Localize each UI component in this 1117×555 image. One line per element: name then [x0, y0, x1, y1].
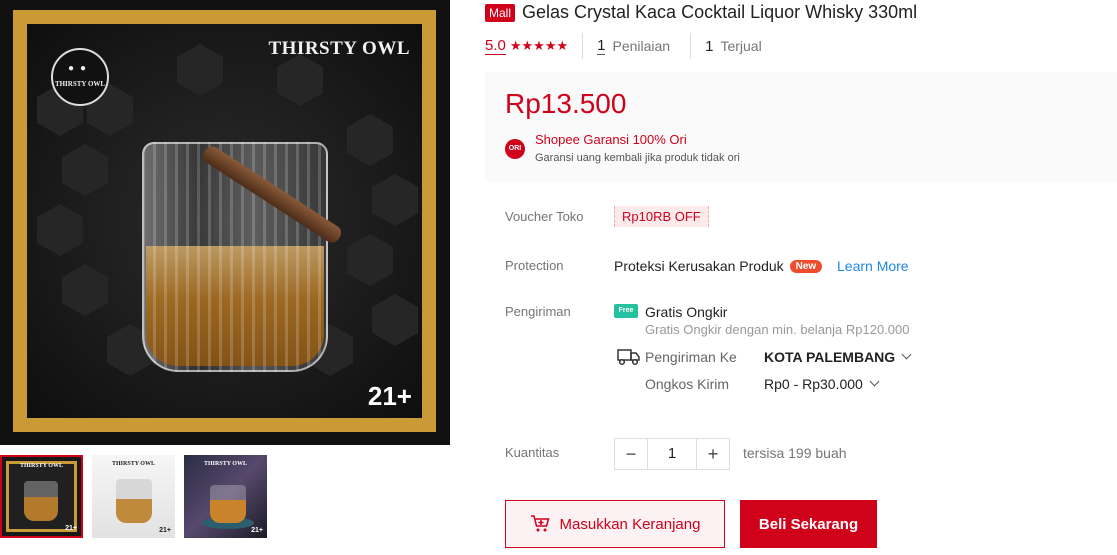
hexagon-pattern	[372, 294, 418, 346]
guarantee-title[interactable]: Shopee Garansi 100% Ori	[535, 132, 687, 147]
voucher-chip[interactable]: Rp10RB OFF	[614, 206, 709, 227]
reviews-count[interactable]: 1	[597, 37, 606, 55]
ori-guarantee-icon: ORI	[505, 139, 525, 159]
free-shipping-title: Gratis Ongkir	[645, 304, 728, 320]
rating-value[interactable]: 5.0	[485, 37, 506, 55]
voucher-label: Voucher Toko	[505, 209, 584, 224]
quantity-input[interactable]: 1	[647, 439, 697, 469]
product-title-row: Mall Gelas Crystal Kaca Cocktail Liquor …	[485, 2, 917, 23]
ship-to-value: KOTA PALEMBANG	[764, 349, 896, 365]
product-price: Rp13.500	[505, 88, 627, 119]
hexagon-pattern	[347, 114, 393, 166]
thumbnail-age: 21+	[159, 527, 171, 534]
owl-logo-text: THIRSTY OWL	[54, 80, 106, 88]
product-title: Gelas Crystal Kaca Cocktail Liquor Whisk…	[522, 2, 918, 22]
thumbnail-brand: THIRSTY OWL	[204, 461, 247, 467]
quantity-label: Kuantitas	[505, 445, 560, 460]
price-section: Rp13.500 ORI Shopee Garansi 100% Ori Gar…	[485, 72, 1117, 182]
image-gold-frame: ●● THIRSTY OWL THIRSTY OWL 21+	[13, 10, 436, 432]
ship-to-label: Pengiriman Ke	[645, 349, 737, 365]
free-shipping-icon: Free	[614, 304, 638, 318]
hexagon-pattern	[37, 204, 83, 256]
thumbnail-strip: THIRSTY OWL 21+ THIRSTY OWL 21+ THIRSTY …	[0, 455, 267, 538]
add-to-cart-button[interactable]: Masukkan Keranjang	[505, 500, 725, 548]
mall-badge: Mall	[485, 3, 516, 22]
thumbnail-age: 21+	[251, 527, 263, 534]
thumbnail-1[interactable]: THIRSTY OWL 21+	[0, 455, 83, 538]
thumbnail-age: 21+	[65, 525, 77, 532]
brand-title: THIRSTY OWL	[268, 38, 410, 59]
sold-label: Terjual	[720, 38, 762, 54]
thumbnail-brand: THIRSTY OWL	[112, 461, 155, 467]
hexagon-pattern	[277, 54, 323, 106]
guarantee-description: Garansi uang kembali jika produk tidak o…	[535, 152, 740, 164]
glass-icon	[210, 485, 246, 523]
protection-text: Proteksi Kerusakan Produk	[614, 258, 784, 274]
main-product-image[interactable]: ●● THIRSTY OWL THIRSTY OWL 21+	[0, 0, 450, 445]
ship-cost-label: Ongkos Kirim	[645, 376, 730, 392]
sold-count: 1	[705, 37, 714, 55]
hexagon-pattern	[372, 174, 418, 226]
thumbnail-3[interactable]: THIRSTY OWL 21+	[184, 455, 267, 538]
age-badge: 21+	[367, 381, 412, 411]
hexagon-pattern	[177, 44, 223, 96]
add-to-cart-label: Masukkan Keranjang	[559, 515, 701, 533]
reviews-label: Penilaian	[612, 38, 671, 54]
buy-now-button[interactable]: Beli Sekarang	[740, 500, 877, 548]
rating-row: 5.0 ★★★★★ 1 Penilaian 1 Terjual	[485, 33, 782, 59]
quantity-decrease-button[interactable]: −	[615, 439, 647, 469]
ship-cost-value: Rp0 - Rp30.000	[764, 376, 863, 392]
buy-now-label: Beli Sekarang	[758, 515, 859, 533]
divider	[582, 33, 584, 59]
thumbnail-2[interactable]: THIRSTY OWL 21+	[92, 455, 175, 538]
truck-icon	[617, 349, 640, 366]
chevron-down-icon	[869, 376, 880, 387]
protection-label: Protection	[505, 258, 564, 273]
owl-eyes-icon: ●●	[68, 63, 93, 74]
hexagon-pattern	[62, 144, 108, 196]
owl-logo: ●● THIRSTY OWL	[51, 48, 109, 106]
shipping-label: Pengiriman	[505, 304, 571, 319]
glass-icon	[24, 481, 58, 521]
hexagon-pattern	[347, 234, 393, 286]
chevron-down-icon	[901, 349, 912, 360]
new-badge: New	[789, 259, 823, 273]
free-shipping-description: Gratis Ongkir dengan min. belanja Rp120.…	[645, 322, 910, 337]
hexagon-pattern	[62, 264, 108, 316]
divider	[690, 33, 692, 59]
learn-more-link[interactable]: Learn More	[837, 258, 909, 274]
stock-remaining: tersisa 199 buah	[743, 445, 847, 461]
ship-cost-dropdown[interactable]: Rp0 - Rp30.000	[764, 376, 880, 392]
star-rating-icon: ★★★★★	[509, 38, 569, 53]
quantity-stepper: − 1 +	[614, 438, 730, 470]
glass-icon	[116, 479, 152, 523]
ship-to-dropdown[interactable]: KOTA PALEMBANG	[764, 349, 912, 365]
protection-option[interactable]: Proteksi Kerusakan Produk New	[614, 258, 823, 274]
cart-plus-icon	[530, 515, 550, 532]
thumbnail-brand: THIRSTY OWL	[20, 463, 63, 469]
quantity-increase-button[interactable]: +	[697, 439, 729, 469]
